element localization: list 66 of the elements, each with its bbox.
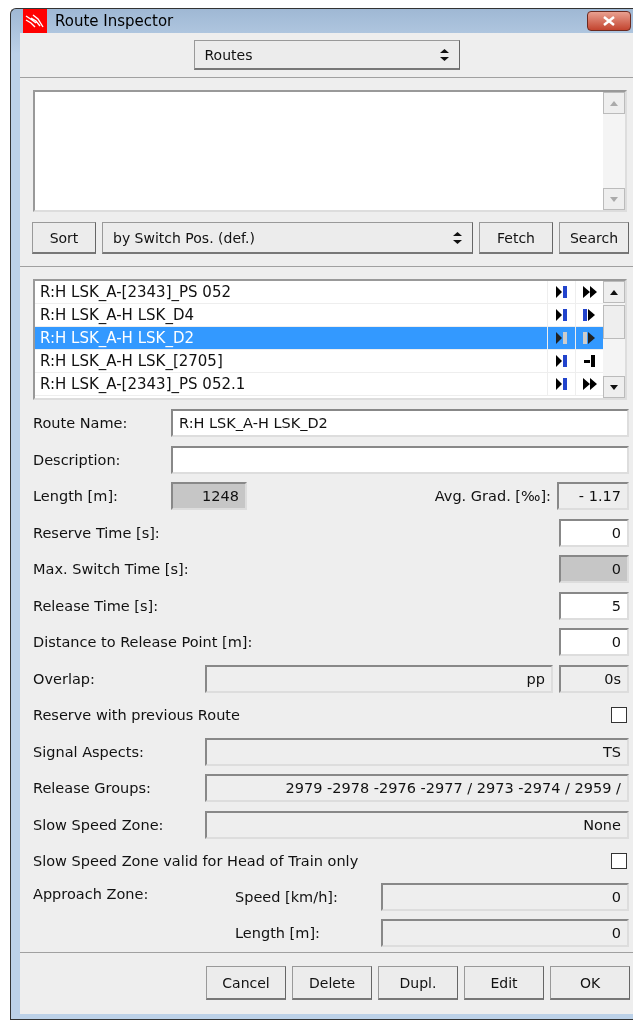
- down-arrow-icon: [610, 196, 618, 202]
- readout-field: 0: [381, 918, 629, 947]
- readout-field: 0: [381, 882, 629, 911]
- search-button[interactable]: Search: [559, 222, 629, 254]
- arrow-bar-icon: [553, 377, 570, 391]
- field-label: Route Name:: [33, 415, 129, 432]
- field-label: Avg. Grad. [‰]:: [434, 488, 551, 505]
- readout-field: None: [205, 810, 629, 839]
- sort-button[interactable]: Sort: [32, 222, 96, 254]
- checkbox[interactable]: [611, 853, 627, 870]
- arrow-bar-icon: [553, 331, 570, 345]
- route-list-item[interactable]: R:H LSK_A-H LSK_[2705]: [35, 350, 603, 373]
- overlap-field: pp: [205, 664, 553, 693]
- field-label: Distance to Release Point [m]:: [33, 634, 253, 651]
- double-arrow-icon: [581, 285, 598, 299]
- up-arrow-icon: [610, 100, 618, 106]
- field-label: Max. Switch Time [s]:: [33, 561, 189, 578]
- dialog-button[interactable]: OK: [550, 966, 630, 1000]
- fetch-button[interactable]: Fetch: [479, 222, 553, 254]
- route-list-item[interactable]: R:H LSK_A-[2343]_PS 052.1: [35, 373, 603, 396]
- number-field[interactable]: 0: [559, 518, 629, 547]
- close-button[interactable]: [587, 11, 631, 31]
- arrow-bar-icon: [553, 285, 570, 299]
- up-down-caret-icon: [439, 48, 449, 61]
- overlap-time-field: 0s: [559, 664, 629, 693]
- double-arrow-icon: [581, 377, 598, 391]
- field-label: Release Time [s]:: [33, 597, 159, 614]
- route-list-item[interactable]: R:H LSK_A-[2343]_PS 052: [35, 281, 603, 304]
- field-label: Speed [km/h]:: [235, 888, 339, 905]
- field-label: Slow Speed Zone valid for Head of Train only: [33, 853, 359, 870]
- scroll-down-button[interactable]: [603, 376, 625, 398]
- field-label: Release Groups:: [33, 780, 152, 797]
- dialog-button[interactable]: Edit: [464, 966, 544, 1000]
- field-label: Overlap:: [33, 670, 96, 687]
- field-label: Slow Speed Zone:: [33, 816, 165, 833]
- view-dropdown[interactable]: Routes: [193, 40, 460, 70]
- scroll-up-button[interactable]: [603, 281, 625, 303]
- down-arrow-icon: [610, 384, 618, 390]
- field-label: Length [m]:: [235, 924, 321, 941]
- app-icon: [23, 9, 47, 33]
- number-field[interactable]: 0: [559, 628, 629, 657]
- field-label: Reserve Time [s]:: [33, 524, 160, 541]
- field-label: Length [m]:: [33, 488, 119, 505]
- text-field[interactable]: [171, 445, 629, 474]
- up-arrow-icon: [610, 289, 618, 295]
- sort-dropdown[interactable]: by Switch Pos. (def.): [102, 222, 473, 254]
- field-label: Description:: [33, 451, 122, 468]
- close-icon: [603, 16, 615, 26]
- number-field[interactable]: 5: [559, 591, 629, 620]
- dialog-button[interactable]: Dupl.: [378, 966, 458, 1000]
- up-down-caret-icon: [453, 231, 462, 244]
- dialog-button[interactable]: Cancel: [206, 966, 286, 1000]
- window-title: Route Inspector: [55, 12, 174, 30]
- checkbox[interactable]: [611, 707, 627, 724]
- gradient-field: - 1.17: [557, 482, 629, 511]
- field-label: Reserve with previous Route: [33, 707, 240, 724]
- field-label: Signal Aspects:: [33, 743, 145, 760]
- dash-bar-icon: [581, 354, 598, 368]
- readout-field: 2979 -2978 -2976 -2977 / 2973 -2974 / 2959 /: [205, 774, 629, 803]
- arrow-bar-icon: [553, 308, 570, 322]
- scroll-thumb[interactable]: [603, 305, 625, 339]
- field-label: Approach Zone:: [33, 885, 150, 902]
- readout-field: TS: [205, 737, 629, 766]
- arrow-bar-icon: [553, 354, 570, 368]
- text-field[interactable]: R:H LSK_A-H LSK_D2: [171, 409, 629, 438]
- dialog-button[interactable]: Delete: [292, 966, 372, 1000]
